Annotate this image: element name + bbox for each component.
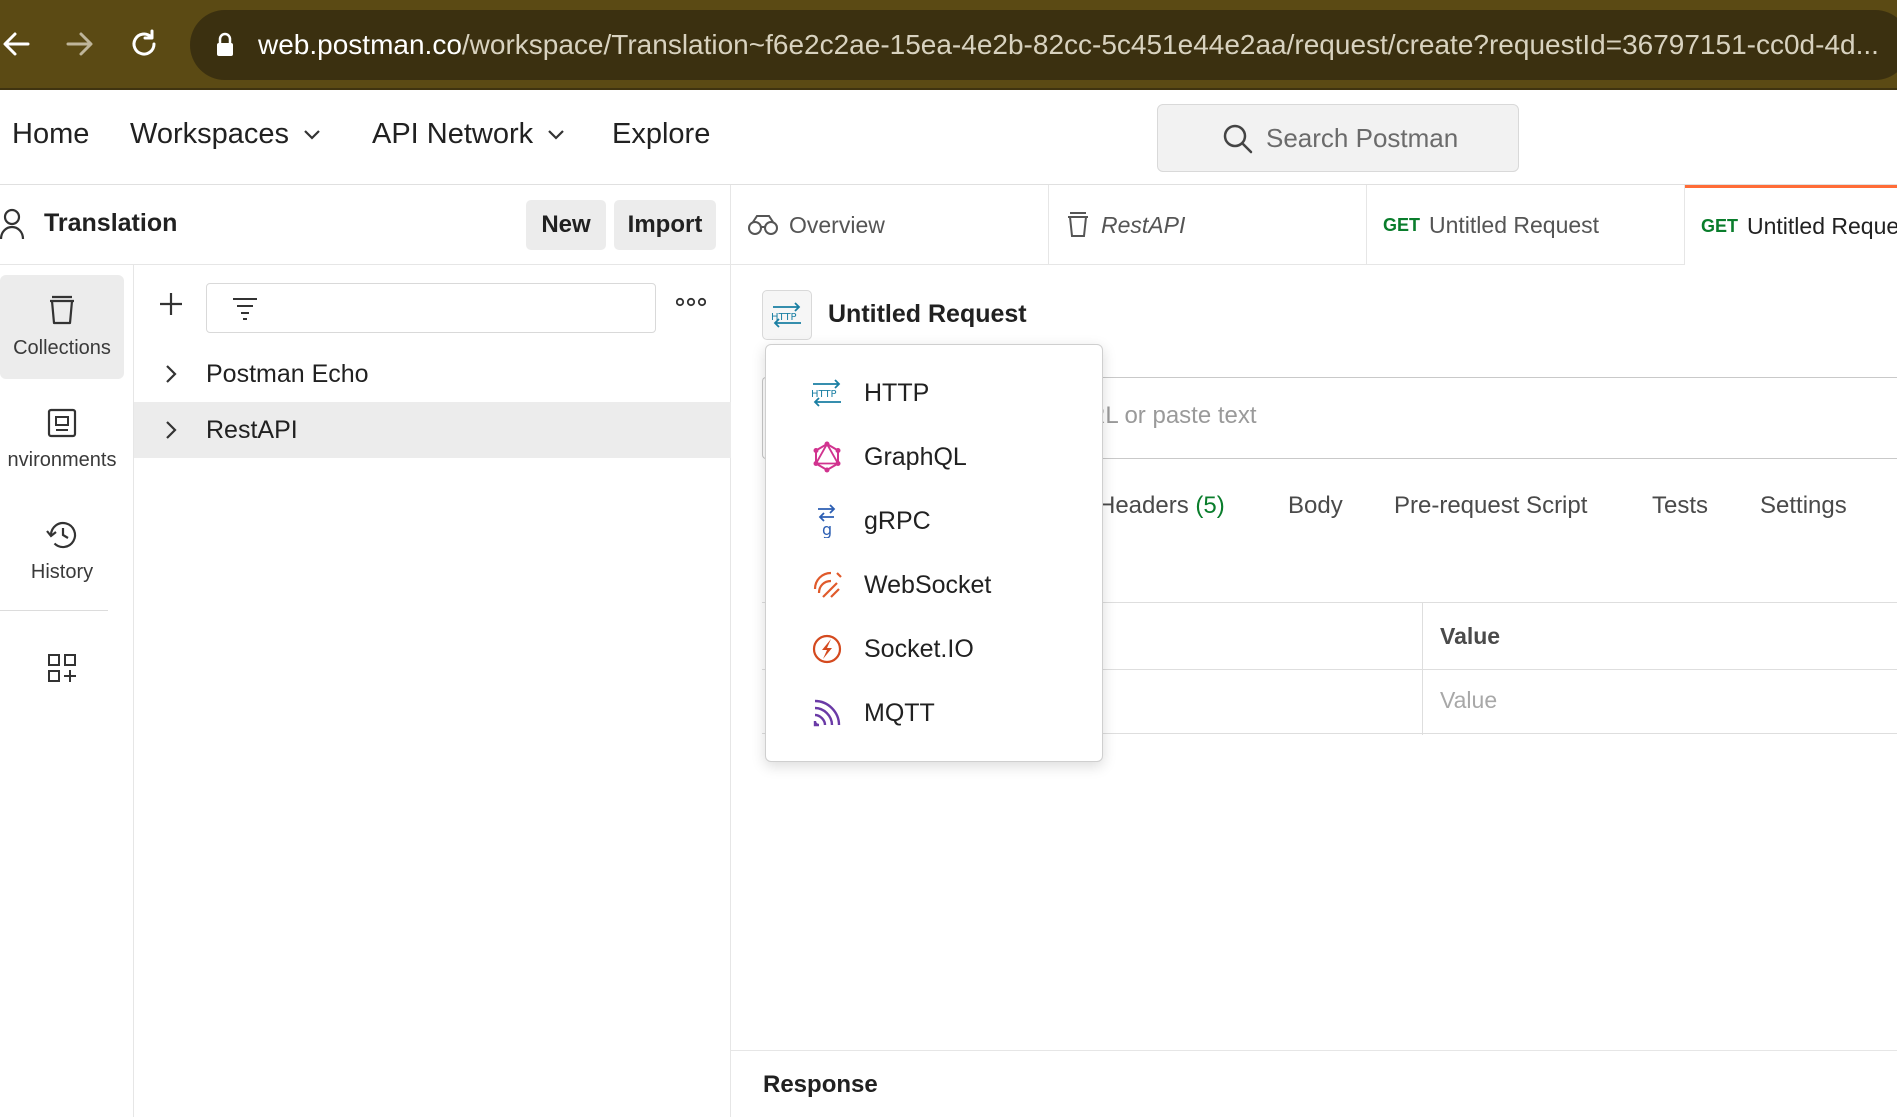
value-column-header: Value	[1440, 623, 1501, 649]
tab-headers[interactable]: Headers (5)	[1098, 492, 1225, 520]
table-column-divider	[1422, 603, 1423, 735]
menu-item-socketio[interactable]: Socket.IO	[766, 617, 1104, 681]
svg-text:g: g	[822, 520, 832, 538]
forward-arrow-icon	[66, 32, 93, 56]
menu-item-mqtt[interactable]: MQTT	[766, 681, 1104, 745]
chevron-right-icon[interactable]	[164, 364, 178, 389]
configure-workbench-icon	[48, 654, 76, 682]
collections-icon	[50, 295, 74, 324]
reload-icon	[132, 29, 156, 56]
tab-body[interactable]: Body	[1288, 492, 1343, 520]
svg-text:HTTP: HTTP	[771, 312, 797, 323]
url-path: /workspace/Translation~f6e2c2ae-15ea-4e2…	[461, 29, 1879, 60]
user-icon	[0, 207, 28, 246]
back-arrow-icon	[3, 32, 30, 56]
sidebar-item-environments[interactable]: nvironments	[0, 387, 124, 491]
nav-explore[interactable]: Explore	[612, 118, 710, 151]
nav-workspaces[interactable]: Workspaces	[130, 118, 321, 151]
more-options-icon[interactable]	[675, 295, 707, 313]
app-header: Home Workspaces API Network Explore Sear…	[0, 90, 1897, 185]
tab-overview[interactable]: Overview	[731, 185, 1049, 265]
tab-restapi[interactable]: RestAPI	[1049, 185, 1367, 265]
tab-untitled-request-2[interactable]: GET Untitled Reque	[1685, 185, 1897, 265]
chevron-down-icon	[303, 129, 321, 141]
value-input[interactable]: Value	[1440, 687, 1497, 714]
http-icon: HTTP	[810, 377, 844, 409]
menu-item-grpc[interactable]: g gRPC	[766, 489, 1104, 553]
history-icon	[46, 521, 77, 548]
search-placeholder: Search Postman	[1266, 122, 1459, 153]
chevron-right-icon[interactable]	[164, 420, 178, 445]
rail-divider	[0, 610, 108, 611]
socketio-icon	[810, 633, 844, 665]
grpc-icon: g	[810, 504, 844, 538]
menu-item-websocket[interactable]: WebSocket	[766, 553, 1104, 617]
graphql-icon	[810, 441, 844, 473]
overview-icon	[747, 213, 779, 237]
workspace-title: Translation	[44, 209, 178, 237]
websocket-icon	[810, 569, 844, 601]
browser-toolbar: web.postman.co/workspace/Translation~f6e…	[0, 0, 1897, 90]
tab-settings[interactable]: Settings	[1760, 492, 1847, 520]
back-button[interactable]	[0, 22, 38, 66]
collection-item-restapi[interactable]: RestAPI	[134, 402, 731, 458]
collection-item-postman-echo[interactable]: Postman Echo	[134, 346, 731, 402]
request-type-menu: HTTP HTTP GraphQL g gRPC WebSocket Socke…	[765, 344, 1103, 762]
configure-workbench-button[interactable]	[0, 633, 124, 703]
headers-count: (5)	[1195, 492, 1225, 519]
environments-icon	[47, 408, 77, 437]
sidebar-item-collections[interactable]: Collections	[0, 275, 124, 379]
tab-untitled-request-1[interactable]: GET Untitled Request	[1367, 185, 1685, 265]
new-button[interactable]: New	[526, 200, 606, 250]
menu-item-http[interactable]: HTTP HTTP	[766, 361, 1104, 425]
request-type-button[interactable]: HTTP	[762, 290, 812, 340]
workspace-header: Translation New Import	[0, 185, 731, 265]
search-input[interactable]: Search Postman	[1157, 104, 1519, 172]
filter-icon	[231, 296, 259, 327]
reload-button[interactable]	[122, 22, 166, 66]
address-bar[interactable]: web.postman.co/workspace/Translation~f6e…	[190, 10, 1897, 80]
add-collection-icon[interactable]	[158, 291, 184, 322]
mqtt-icon	[810, 697, 844, 729]
response-pane: Response	[731, 1050, 1897, 1117]
nav-api-network[interactable]: API Network	[372, 118, 565, 151]
request-title[interactable]: Untitled Request	[828, 300, 1027, 329]
menu-item-graphql[interactable]: GraphQL	[766, 425, 1104, 489]
tab-pre-request-script[interactable]: Pre-request Script	[1394, 492, 1587, 520]
nav-home[interactable]: Home	[12, 118, 89, 151]
svg-text:HTTP: HTTP	[811, 389, 837, 400]
sidebar-item-history[interactable]: History	[0, 499, 124, 603]
collections-panel: Postman Echo RestAPI	[134, 265, 731, 1117]
response-label: Response	[763, 1071, 878, 1098]
lock-icon	[214, 32, 240, 58]
chevron-down-icon	[547, 129, 565, 141]
url-host: web.postman.co	[258, 29, 462, 60]
collection-icon	[1065, 212, 1091, 238]
request-tabs-bar: Overview RestAPI GET Untitled Request GE…	[731, 185, 1897, 265]
forward-button[interactable]	[58, 22, 102, 66]
http-icon: HTTP	[771, 302, 801, 328]
search-icon	[1222, 123, 1254, 160]
filter-input[interactable]	[206, 283, 656, 333]
import-button[interactable]: Import	[614, 200, 716, 250]
tab-tests[interactable]: Tests	[1652, 492, 1708, 520]
url-placeholder: RL or paste text	[1088, 402, 1257, 429]
sidebar-rail: Collections nvironments History	[0, 265, 134, 1117]
